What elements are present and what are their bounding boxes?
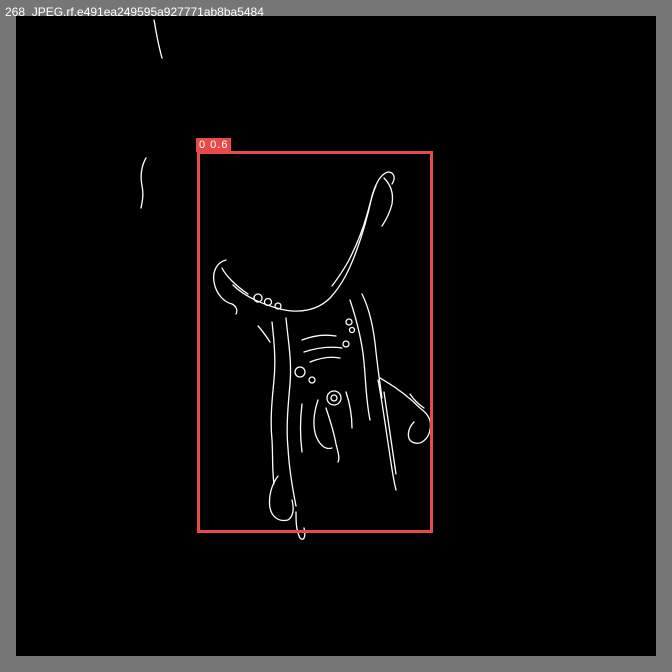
stray-edge-left [140,157,147,209]
detection-bounding-box [197,151,433,533]
detection-label: 0 0.6 [196,138,232,152]
image-frame: 268_JPEG.rf.e491ea249595a927771ab8ba5484 [0,0,672,672]
stray-edge-top [153,19,163,59]
